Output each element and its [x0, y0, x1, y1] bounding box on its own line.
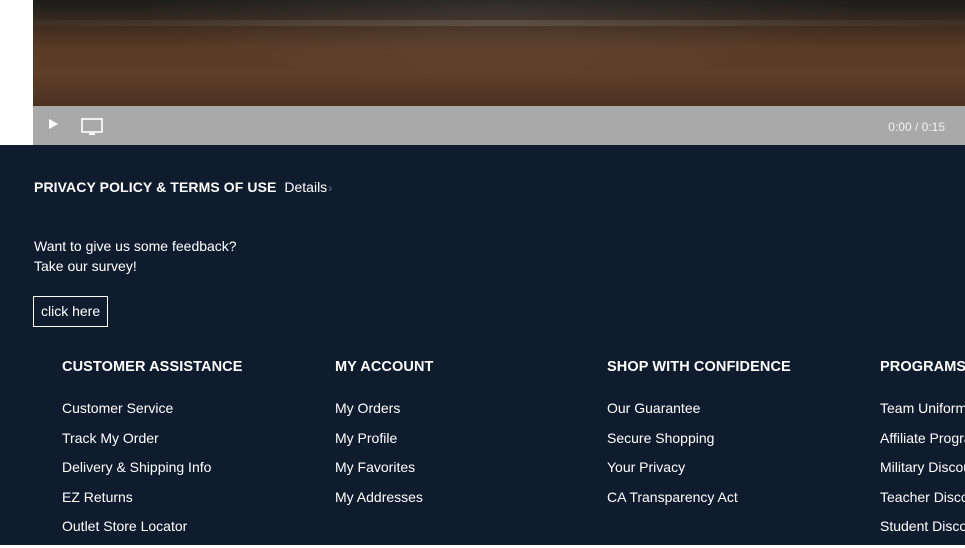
privacy-policy-title: PRIVACY POLICY & TERMS OF USE: [34, 179, 277, 195]
video-player[interactable]: 0:00 / 0:15: [33, 0, 965, 145]
footer-column-programs: PROGRAMS Team Uniforms Affiliate Program…: [880, 359, 965, 548]
monitor-icon[interactable]: [81, 118, 103, 136]
video-time-display: 0:00 / 0:15: [888, 120, 945, 134]
privacy-details-link[interactable]: Details›: [284, 179, 332, 195]
footer-link-my-profile[interactable]: My Profile: [335, 430, 433, 446]
footer-link-my-addresses[interactable]: My Addresses: [335, 489, 433, 505]
column-heading: MY ACCOUNT: [335, 359, 434, 375]
footer-column-customer-assistance: CUSTOMER ASSISTANCE Customer Service Tra…: [62, 359, 242, 548]
video-controls-bar: 0:00 / 0:15: [33, 106, 965, 145]
feedback-line-2: Take our survey!: [34, 258, 137, 274]
footer-link-ca-transparency-act[interactable]: CA Transparency Act: [607, 489, 791, 505]
footer-link-affiliate-program[interactable]: Affiliate Program: [880, 430, 965, 446]
chevron-right-icon: ›: [328, 181, 333, 195]
footer-link-teacher-discount[interactable]: Teacher Discount: [880, 489, 965, 505]
privacy-policy-row: PRIVACY POLICY & TERMS OF USE Details›: [34, 179, 332, 195]
privacy-details-label: Details: [284, 179, 328, 195]
feedback-text: Want to give us some feedback? Take our …: [34, 236, 237, 276]
feedback-line-1: Want to give us some feedback?: [34, 238, 237, 254]
footer-link-team-uniforms[interactable]: Team Uniforms: [880, 400, 965, 416]
footer-column-my-account: MY ACCOUNT My Orders My Profile My Favor…: [335, 359, 433, 518]
column-heading: CUSTOMER ASSISTANCE: [62, 359, 243, 375]
video-frame[interactable]: [33, 0, 965, 106]
play-icon[interactable]: [49, 119, 58, 129]
footer-column-shop-with-confidence: SHOP WITH CONFIDENCE Our Guarantee Secur…: [607, 359, 791, 518]
footer-link-ez-returns[interactable]: EZ Returns: [62, 489, 242, 505]
footer-link-my-orders[interactable]: My Orders: [335, 400, 433, 416]
footer-link-your-privacy[interactable]: Your Privacy: [607, 459, 791, 475]
footer-link-secure-shopping[interactable]: Secure Shopping: [607, 430, 791, 446]
site-footer: PRIVACY POLICY & TERMS OF USE Details› W…: [0, 145, 965, 545]
footer-link-military-discount[interactable]: Military Discount: [880, 459, 965, 475]
footer-link-our-guarantee[interactable]: Our Guarantee: [607, 400, 791, 416]
footer-link-outlet-store-locator[interactable]: Outlet Store Locator: [62, 518, 242, 534]
footer-link-my-favorites[interactable]: My Favorites: [335, 459, 433, 475]
survey-click-here-button[interactable]: click here: [33, 296, 109, 327]
footer-link-customer-service[interactable]: Customer Service: [62, 400, 242, 416]
column-heading: SHOP WITH CONFIDENCE: [607, 359, 791, 375]
column-heading: PROGRAMS: [880, 359, 965, 375]
footer-link-delivery-shipping-info[interactable]: Delivery & Shipping Info: [62, 459, 242, 475]
footer-link-track-my-order[interactable]: Track My Order: [62, 430, 242, 446]
footer-link-student-discount[interactable]: Student Discount: [880, 518, 965, 534]
